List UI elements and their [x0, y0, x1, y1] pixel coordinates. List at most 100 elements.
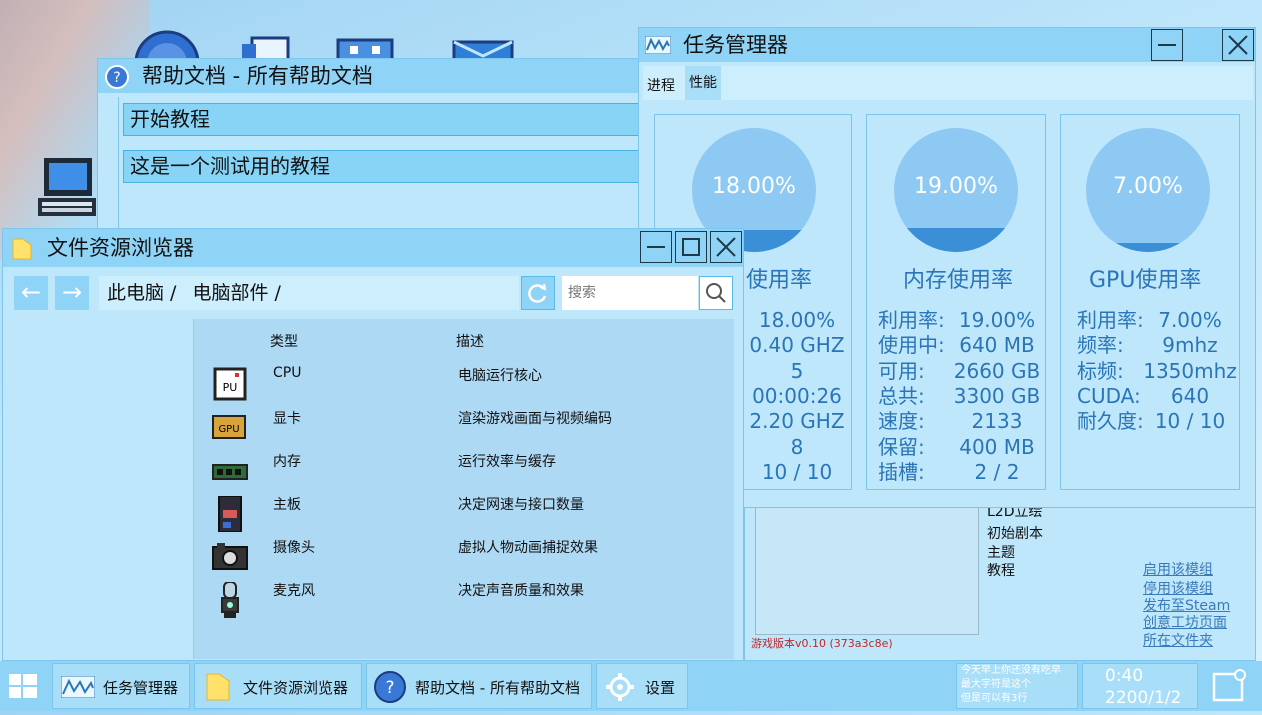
memory-stat-label: 总共: — [878, 383, 925, 408]
svg-text:?: ? — [113, 70, 120, 86]
open-folder-link[interactable]: 所在文件夹 — [1143, 630, 1213, 650]
mod-list-item: 初始剧本 — [987, 526, 1043, 542]
taskbar-item-label: 任务管理器 — [103, 679, 179, 697]
gpu-stat-label: 频率: — [1077, 333, 1124, 358]
gpu-gauge-fill — [1086, 243, 1210, 252]
help-icon: ? — [373, 670, 407, 708]
forward-button[interactable]: → — [55, 276, 89, 310]
minimize-button[interactable] — [640, 231, 672, 263]
table-row[interactable]: GPU 显卡 渲染游戏画面与视频编码 — [203, 405, 731, 448]
explorer-sidebar — [7, 319, 194, 659]
task-manager-titlebar[interactable]: 任务管理器 — [639, 28, 1255, 62]
svg-text:?: ? — [385, 678, 394, 698]
memory-stat-label: 使用中: — [878, 333, 945, 358]
gpu-gauge: 7.00% — [1086, 128, 1210, 252]
memory-stat-label: 速度: — [878, 409, 925, 434]
cpu-stat-value: 00:00:26 — [752, 383, 842, 408]
refresh-icon — [528, 283, 547, 303]
help-item-test-tutorial[interactable]: 这是一个测试用的教程 — [123, 150, 653, 183]
memory-gauge: 19.00% — [894, 128, 1018, 252]
svg-text:GPU: GPU — [218, 424, 239, 435]
gpu-stat-label: 标频: — [1077, 358, 1124, 383]
memory-stat-value: 640 MB — [959, 333, 1035, 358]
column-header-type[interactable]: 类型 — [270, 331, 298, 351]
camera-icon — [211, 539, 249, 573]
gpu-stat-value: 9mhz — [1162, 333, 1218, 358]
gpu-stat-value: 7.00% — [1158, 308, 1222, 332]
row-type: 主板 — [273, 497, 301, 513]
breadcrumb: 此电脑 / 电脑部件 / — [99, 276, 519, 310]
help-item-label: 开始教程 — [130, 107, 210, 131]
gpu-stat-value: 640 — [1170, 383, 1210, 408]
close-button[interactable] — [1222, 29, 1254, 61]
gpu-stat-label: 耐久度: — [1077, 409, 1144, 434]
cpu-percent: 18.00% — [712, 174, 796, 199]
help-item-label: 这是一个测试用的教程 — [130, 154, 330, 178]
row-type: 麦克风 — [273, 583, 315, 599]
refresh-button[interactable] — [521, 276, 555, 310]
mod-version: 游戏版本v0.10 (373a3c8e) — [751, 637, 893, 650]
search-input[interactable] — [562, 276, 698, 310]
back-button[interactable]: ← — [14, 276, 48, 310]
start-button[interactable] — [0, 661, 48, 711]
table-header-divider — [203, 360, 731, 361]
breadcrumb-item-this-pc[interactable]: 此电脑 / — [107, 282, 176, 304]
notification-line: 最大字符是这个 — [961, 679, 1031, 690]
enable-mod-link[interactable]: 启用该模组 — [1143, 559, 1213, 579]
memory-stat-value: 2133 — [971, 409, 1023, 434]
taskbar-item-settings[interactable]: 设置 — [596, 663, 688, 709]
table-row[interactable]: 主板 决定网速与接口数量 — [203, 491, 731, 534]
close-button[interactable] — [710, 231, 742, 263]
help-window-titlebar[interactable]: ? 帮助文档 - 所有帮助文档 — [98, 59, 656, 93]
gpu-stat-label: 利用率: — [1077, 308, 1144, 332]
search-button[interactable] — [699, 276, 733, 310]
file-explorer-titlebar[interactable]: 文件资源浏览器 — [3, 229, 743, 267]
memory-gauge-fill — [894, 228, 1018, 252]
memory-stat-value: 400 MB — [959, 434, 1035, 459]
table-row[interactable]: 麦克风 决定声音质量和效果 — [203, 577, 731, 620]
file-explorer-title: 文件资源浏览器 — [47, 236, 194, 260]
notification-center-button[interactable] — [1202, 663, 1258, 709]
row-desc: 决定声音质量和效果 — [458, 583, 584, 599]
notification-preview[interactable]: 今天早上你还没有吃早 最大字符是这个 但是可以有3行 — [956, 663, 1078, 709]
cpu-icon: PU — [211, 367, 249, 401]
tab-processes[interactable]: 进程 — [647, 75, 675, 95]
motherboard-icon — [211, 495, 249, 533]
memory-stat-value: 2 / 2 — [974, 459, 1020, 484]
maximize-button[interactable] — [675, 231, 707, 263]
row-type: CPU — [273, 365, 302, 381]
table-row[interactable]: 内存 运行效率与缓存 — [203, 448, 731, 491]
taskbar-item-file-explorer[interactable]: 文件资源浏览器 — [194, 663, 362, 709]
gpu-title: GPU使用率 — [1089, 268, 1202, 293]
minimize-button[interactable] — [1151, 29, 1183, 61]
tab-performance[interactable]: 性能 — [685, 66, 721, 100]
table-row[interactable]: 摄像头 虚拟人物动画捕捉效果 — [203, 534, 731, 577]
column-header-desc[interactable]: 描述 — [456, 331, 484, 351]
taskbar-item-help[interactable]: ? 帮助文档 - 所有帮助文档 — [366, 663, 592, 709]
table-row[interactable]: PU CPU 电脑运行核心 — [203, 362, 731, 405]
row-desc: 电脑运行核心 — [458, 368, 542, 384]
memory-title: 内存使用率 — [903, 268, 1014, 293]
workshop-page-link[interactable]: 创意工坊页面 — [1143, 612, 1227, 632]
cpu-stat-value: 10 / 10 — [761, 459, 833, 484]
task-manager-icon — [644, 35, 672, 58]
row-desc: 决定网速与接口数量 — [458, 497, 584, 513]
memory-stat-label: 可用: — [878, 358, 925, 383]
computer-desktop-icon[interactable] — [36, 156, 98, 222]
clock-time: 0:40 — [1105, 666, 1144, 686]
help-window-title: 帮助文档 - 所有帮助文档 — [142, 64, 373, 88]
cpu-stat-value: 8 — [790, 434, 804, 459]
clock[interactable]: 0:40 2200/1/2 — [1082, 663, 1198, 709]
taskbar-item-task-manager[interactable]: 任务管理器 — [52, 663, 190, 709]
gpu-percent: 7.00% — [1113, 174, 1183, 199]
help-item-tutorial-start[interactable]: 开始教程 — [123, 103, 653, 136]
folder-icon — [11, 237, 33, 265]
ram-icon — [211, 453, 249, 487]
cpu-stat-value: 0.40 GHZ — [749, 333, 845, 358]
gear-icon — [605, 672, 635, 706]
mod-preview — [755, 505, 979, 635]
clock-date: 2200/1/2 — [1105, 688, 1182, 708]
gpu-stat-value: 10 / 10 — [1154, 409, 1226, 434]
cpu-stat-value: 18.00% — [758, 308, 836, 332]
breadcrumb-item-components[interactable]: 电脑部件 / — [193, 282, 281, 304]
